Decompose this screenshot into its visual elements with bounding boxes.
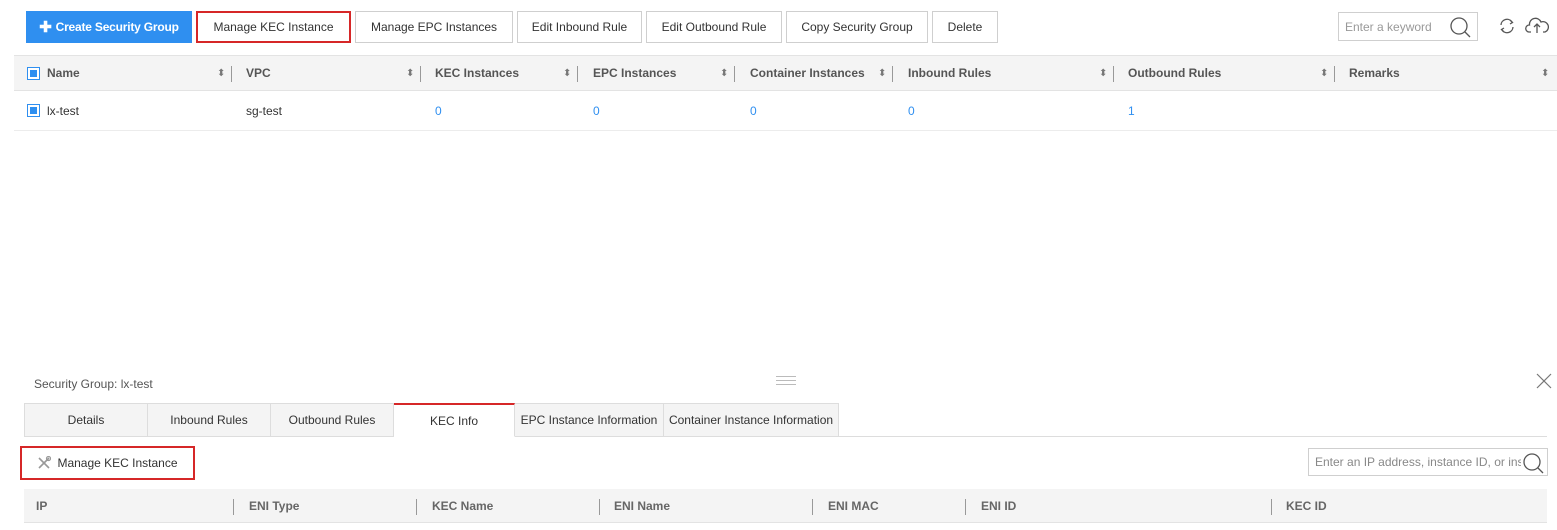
col-remarks[interactable]: Remarks [1349, 56, 1400, 90]
row-checkbox[interactable] [27, 104, 40, 117]
kec-info-table-header: IP ENI Type KEC Name ENI Name ENI MAC EN… [24, 489, 1547, 523]
column-divider [231, 66, 232, 82]
ip-search-input[interactable] [1309, 450, 1521, 474]
copy-security-group-button[interactable]: Copy Security Group [786, 11, 928, 43]
row-inbound-count-link[interactable]: 0 [908, 91, 915, 130]
sort-icon[interactable]: ⬍ [563, 56, 571, 90]
col-eni-name: ENI Name [614, 498, 671, 513]
col-eni-id: ENI ID [981, 498, 1017, 513]
edit-outbound-rule-button[interactable]: Edit Outbound Rule [646, 11, 782, 43]
column-divider [420, 66, 421, 82]
security-group-table-header: Name ⬍ VPC ⬍ KEC Instances ⬍ EPC Instanc… [14, 55, 1557, 91]
sort-icon[interactable]: ⬍ [217, 56, 225, 90]
col-vpc[interactable]: VPC [246, 56, 271, 90]
plus-icon: ✚ [39, 19, 52, 36]
col-outbound-rules[interactable]: Outbound Rules [1128, 56, 1221, 90]
sort-icon[interactable]: ⬍ [1099, 56, 1107, 90]
panel-manage-kec-instance-button[interactable]: Manage KEC Instance [20, 446, 195, 480]
column-divider [892, 66, 893, 82]
column-divider [1113, 66, 1114, 82]
tab-inbound-rules[interactable]: Inbound Rules [148, 403, 271, 437]
column-divider [812, 499, 813, 515]
col-inbound-rules[interactable]: Inbound Rules [908, 56, 991, 90]
sort-icon[interactable]: ⬍ [1320, 56, 1328, 90]
column-divider [577, 66, 578, 82]
select-all-checkbox[interactable] [27, 66, 40, 80]
column-divider [416, 499, 417, 515]
col-name-label: Name [47, 66, 80, 80]
column-divider [965, 499, 966, 515]
delete-button[interactable]: Delete [932, 11, 998, 43]
column-divider [233, 499, 234, 515]
tab-container-instance-information[interactable]: Container Instance Information [664, 403, 839, 437]
col-eni-mac: ENI MAC [828, 498, 879, 513]
column-divider [734, 66, 735, 82]
manage-kec-instance-button[interactable]: Manage KEC Instance [196, 11, 351, 43]
create-security-group-label: Create Security Group [55, 20, 179, 34]
search-icon[interactable] [1448, 16, 1472, 38]
tab-kec-info[interactable]: KEC Info [394, 403, 515, 437]
wrench-icon [38, 456, 52, 469]
row-epc-count-link[interactable]: 0 [593, 91, 600, 130]
col-name[interactable]: Name [27, 56, 80, 90]
column-divider [1271, 499, 1272, 515]
tab-details[interactable]: Details [24, 403, 148, 437]
top-icons [1497, 16, 1549, 36]
sort-icon[interactable]: ⬍ [878, 56, 886, 90]
panel-title: Security Group: lx-test [34, 377, 153, 391]
col-eni-type: ENI Type [249, 498, 300, 513]
refresh-icon[interactable] [1497, 16, 1517, 36]
table-row[interactable]: lx-test sg-test 0 0 0 0 1 [14, 91, 1557, 131]
ip-search [1308, 448, 1548, 476]
row-name: lx-test [47, 103, 80, 118]
sort-icon[interactable]: ⬍ [1541, 56, 1549, 90]
toolbar: ✚ Create Security Group Manage KEC Insta… [26, 11, 998, 43]
row-kec-count-link[interactable]: 0 [435, 91, 442, 130]
row-container-count-link[interactable]: 0 [750, 91, 757, 130]
detail-tabs: Details Inbound Rules Outbound Rules KEC… [24, 403, 839, 437]
col-container-instances[interactable]: Container Instances [750, 56, 865, 90]
panel-resize-handle[interactable] [776, 376, 796, 388]
col-kec-name: KEC Name [432, 498, 494, 513]
tab-epc-instance-information[interactable]: EPC Instance Information [515, 403, 664, 437]
create-security-group-button[interactable]: ✚ Create Security Group [26, 11, 192, 43]
sort-icon[interactable]: ⬍ [720, 56, 728, 90]
close-icon[interactable] [1535, 372, 1553, 390]
col-kec-id: KEC ID [1286, 498, 1327, 513]
export-cloud-icon[interactable] [1525, 16, 1549, 36]
keyword-search [1338, 12, 1478, 41]
search-icon[interactable] [1521, 452, 1545, 474]
sort-icon[interactable]: ⬍ [406, 56, 414, 90]
column-divider [1334, 66, 1335, 82]
edit-inbound-rule-button[interactable]: Edit Inbound Rule [517, 11, 642, 43]
col-ip: IP [36, 498, 48, 513]
panel-manage-kec-instance-label: Manage KEC Instance [57, 456, 178, 470]
tab-outbound-rules[interactable]: Outbound Rules [271, 403, 394, 437]
column-divider [599, 499, 600, 515]
row-name-cell: lx-test [27, 91, 79, 130]
row-outbound-count-link[interactable]: 1 [1128, 91, 1135, 130]
col-kec-instances[interactable]: KEC Instances [435, 56, 519, 90]
row-vpc: sg-test [246, 103, 283, 118]
manage-epc-instances-button[interactable]: Manage EPC Instances [355, 11, 513, 43]
col-epc-instances[interactable]: EPC Instances [593, 56, 676, 90]
keyword-search-input[interactable] [1339, 13, 1449, 40]
